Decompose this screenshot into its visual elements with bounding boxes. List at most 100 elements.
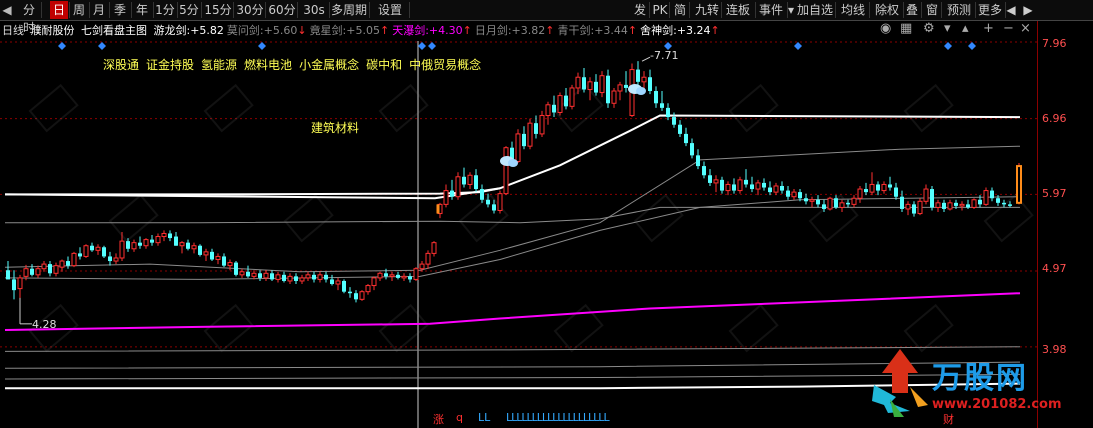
signal-diamond-icon — [944, 42, 952, 50]
toolbar-separator — [201, 2, 202, 18]
candle — [282, 271, 286, 283]
signal-diamond-icon — [968, 42, 976, 50]
toolbar-tool-2[interactable]: 简 — [672, 1, 688, 19]
candle — [654, 86, 658, 108]
watermark-stamp — [378, 83, 429, 133]
toolbar-tool-6[interactable]: 加自选 — [796, 1, 834, 19]
collapse-left-icon[interactable]: ◀ — [0, 1, 14, 19]
watermark-stamp — [983, 193, 1034, 243]
toolbar-tool-1[interactable]: PK — [652, 1, 668, 19]
toolbar-tool-7[interactable]: 均线 — [838, 1, 868, 19]
toolbar-period-11[interactable]: 30s — [300, 1, 328, 19]
toolbar-tool-8[interactable]: 除权 — [872, 1, 902, 19]
toolbar-period-4[interactable]: 季 — [110, 1, 130, 19]
candle — [732, 178, 736, 194]
event-dropdown-icon[interactable]: ▾ — [786, 1, 796, 19]
toolbar-period-1[interactable]: 日 — [50, 1, 68, 19]
low-price-label: 4.28 — [32, 318, 57, 331]
toolbar-period-7[interactable]: 5分 — [178, 1, 200, 19]
concept-tag[interactable]: 氢能源 — [201, 58, 237, 72]
candle — [287, 273, 293, 285]
candle — [294, 273, 298, 285]
candle — [396, 271, 400, 280]
toolbar-tool-12[interactable]: 更多 — [976, 1, 1004, 19]
ma-line-white_bottom — [5, 382, 1021, 390]
concept-tag[interactable]: 燃料电池 — [244, 58, 292, 72]
signal-diamond-icon — [794, 42, 802, 50]
concept-tag[interactable]: 中俄贸易概念 — [409, 58, 481, 72]
candle — [503, 146, 509, 196]
candle — [131, 239, 137, 252]
candle — [959, 201, 965, 211]
toolbar-period-8[interactable]: 15分 — [204, 1, 232, 19]
candle — [305, 271, 311, 281]
candle — [497, 190, 503, 214]
toolbar-period-9[interactable]: 30分 — [236, 1, 264, 19]
watermark-logo: 万股网 www.201082.com — [870, 345, 1062, 423]
watermark-stamp — [728, 303, 779, 353]
candle — [636, 61, 640, 85]
toolbar-separator — [869, 2, 870, 18]
toolbar-tool-11[interactable]: 预测 — [944, 1, 974, 19]
ma-line-gray_low_b — [4, 361, 1021, 369]
toolbar-separator — [41, 2, 42, 18]
candle — [474, 169, 478, 193]
candle — [443, 184, 449, 208]
toolbar-tool-3[interactable]: 九转 — [694, 1, 720, 19]
candle — [894, 182, 898, 200]
candle — [35, 265, 41, 278]
ma-line-gray_low_c — [4, 373, 1021, 380]
toolbar-period-2[interactable]: 周 — [70, 1, 88, 19]
candle — [53, 262, 59, 277]
candle — [587, 77, 593, 101]
concept-tag[interactable]: 小金属概念 — [299, 58, 359, 72]
candle — [431, 241, 437, 257]
watermark-brand: 万股网 — [932, 361, 1028, 396]
candle — [773, 182, 779, 196]
candle — [666, 103, 670, 121]
candle — [239, 268, 245, 278]
cloud-icon — [500, 156, 518, 167]
concept-tag[interactable]: 深股通 — [103, 58, 139, 72]
candle — [617, 81, 623, 101]
toolbar-period-6[interactable]: 1分 — [154, 1, 176, 19]
toolbar-period-12[interactable]: 多周期 — [330, 1, 368, 19]
candle — [66, 256, 70, 269]
concept-tag[interactable]: 证金持股 — [146, 58, 194, 72]
candle — [186, 239, 190, 251]
candle — [335, 277, 341, 291]
candle — [6, 261, 10, 280]
toolbar-tool-10[interactable]: 窗 — [924, 1, 940, 19]
price-tick: 7.96 — [1042, 37, 1067, 50]
toolbar-period-0[interactable]: 分时 — [18, 1, 40, 35]
watermark-stamp — [633, 193, 684, 243]
candle — [930, 185, 934, 211]
watermark-stamp — [903, 83, 954, 133]
candle — [467, 172, 473, 190]
candle — [155, 233, 161, 246]
concept-tag[interactable]: 碳中和 — [366, 58, 402, 72]
collapse-right-icon[interactable]: ◀ — [1004, 1, 1018, 19]
candle — [198, 244, 202, 257]
candle — [210, 248, 214, 262]
candle — [168, 230, 172, 242]
toolbar-period-10[interactable]: 60分 — [268, 1, 296, 19]
candle — [762, 178, 766, 191]
candle — [12, 270, 16, 300]
candle — [971, 198, 977, 209]
high-pointer — [641, 56, 651, 62]
candle — [365, 284, 371, 295]
toolbar-tool-4[interactable]: 连板 — [722, 1, 754, 19]
candle — [990, 187, 994, 202]
collapse-right2-icon[interactable]: ▶ — [1021, 1, 1035, 19]
candle — [611, 87, 617, 108]
toolbar-separator — [233, 2, 234, 18]
toolbar-tool-5[interactable]: 事件 — [756, 1, 786, 19]
candle — [462, 167, 466, 188]
toolbar-period-5[interactable]: 年 — [132, 1, 152, 19]
toolbar-tool-9[interactable]: 叠 — [904, 1, 920, 19]
toolbar-tool-0[interactable]: 发 — [632, 1, 648, 19]
candle — [354, 290, 358, 303]
toolbar-period-3[interactable]: 月 — [90, 1, 108, 19]
toolbar-period-13[interactable]: 设置 — [372, 1, 408, 19]
